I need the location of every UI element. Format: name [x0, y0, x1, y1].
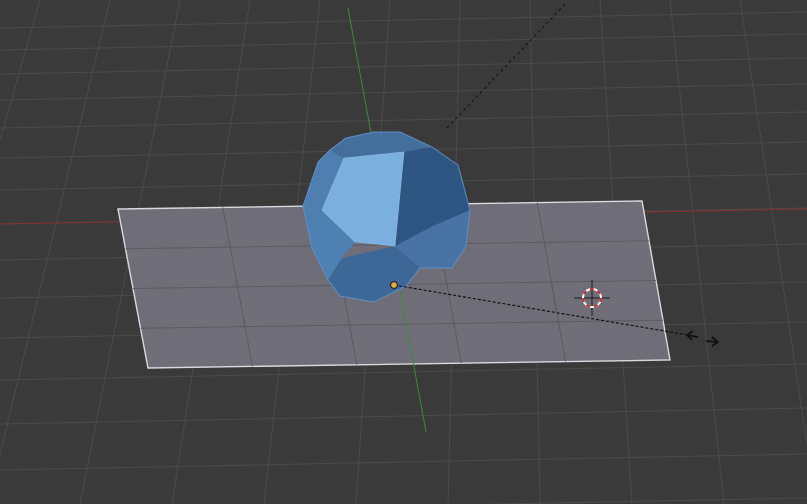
floor-grid-line [0, 453, 807, 471]
floor-grid-line [0, 33, 807, 51]
3d-viewport[interactable] [0, 0, 807, 504]
floor-grid-line [0, 363, 807, 381]
move-arrows-icon [686, 330, 719, 347]
move-arrow-left-icon [686, 330, 699, 341]
floor-grid-line [479, 497, 807, 504]
floor-grid-line [0, 111, 807, 129]
floor-grid-line [0, 407, 807, 425]
move-arrow-right-icon [705, 336, 719, 347]
floor-grid-line [739, 0, 807, 448]
floor-grid-line [0, 11, 807, 29]
floor-grid-line [0, 57, 807, 75]
floor-grid-line [0, 83, 807, 101]
floor-grid-line [0, 0, 111, 457]
floor-grid-line [669, 0, 725, 504]
object-origin-pivot[interactable] [390, 281, 398, 289]
viewport-canvas[interactable] [0, 0, 807, 504]
